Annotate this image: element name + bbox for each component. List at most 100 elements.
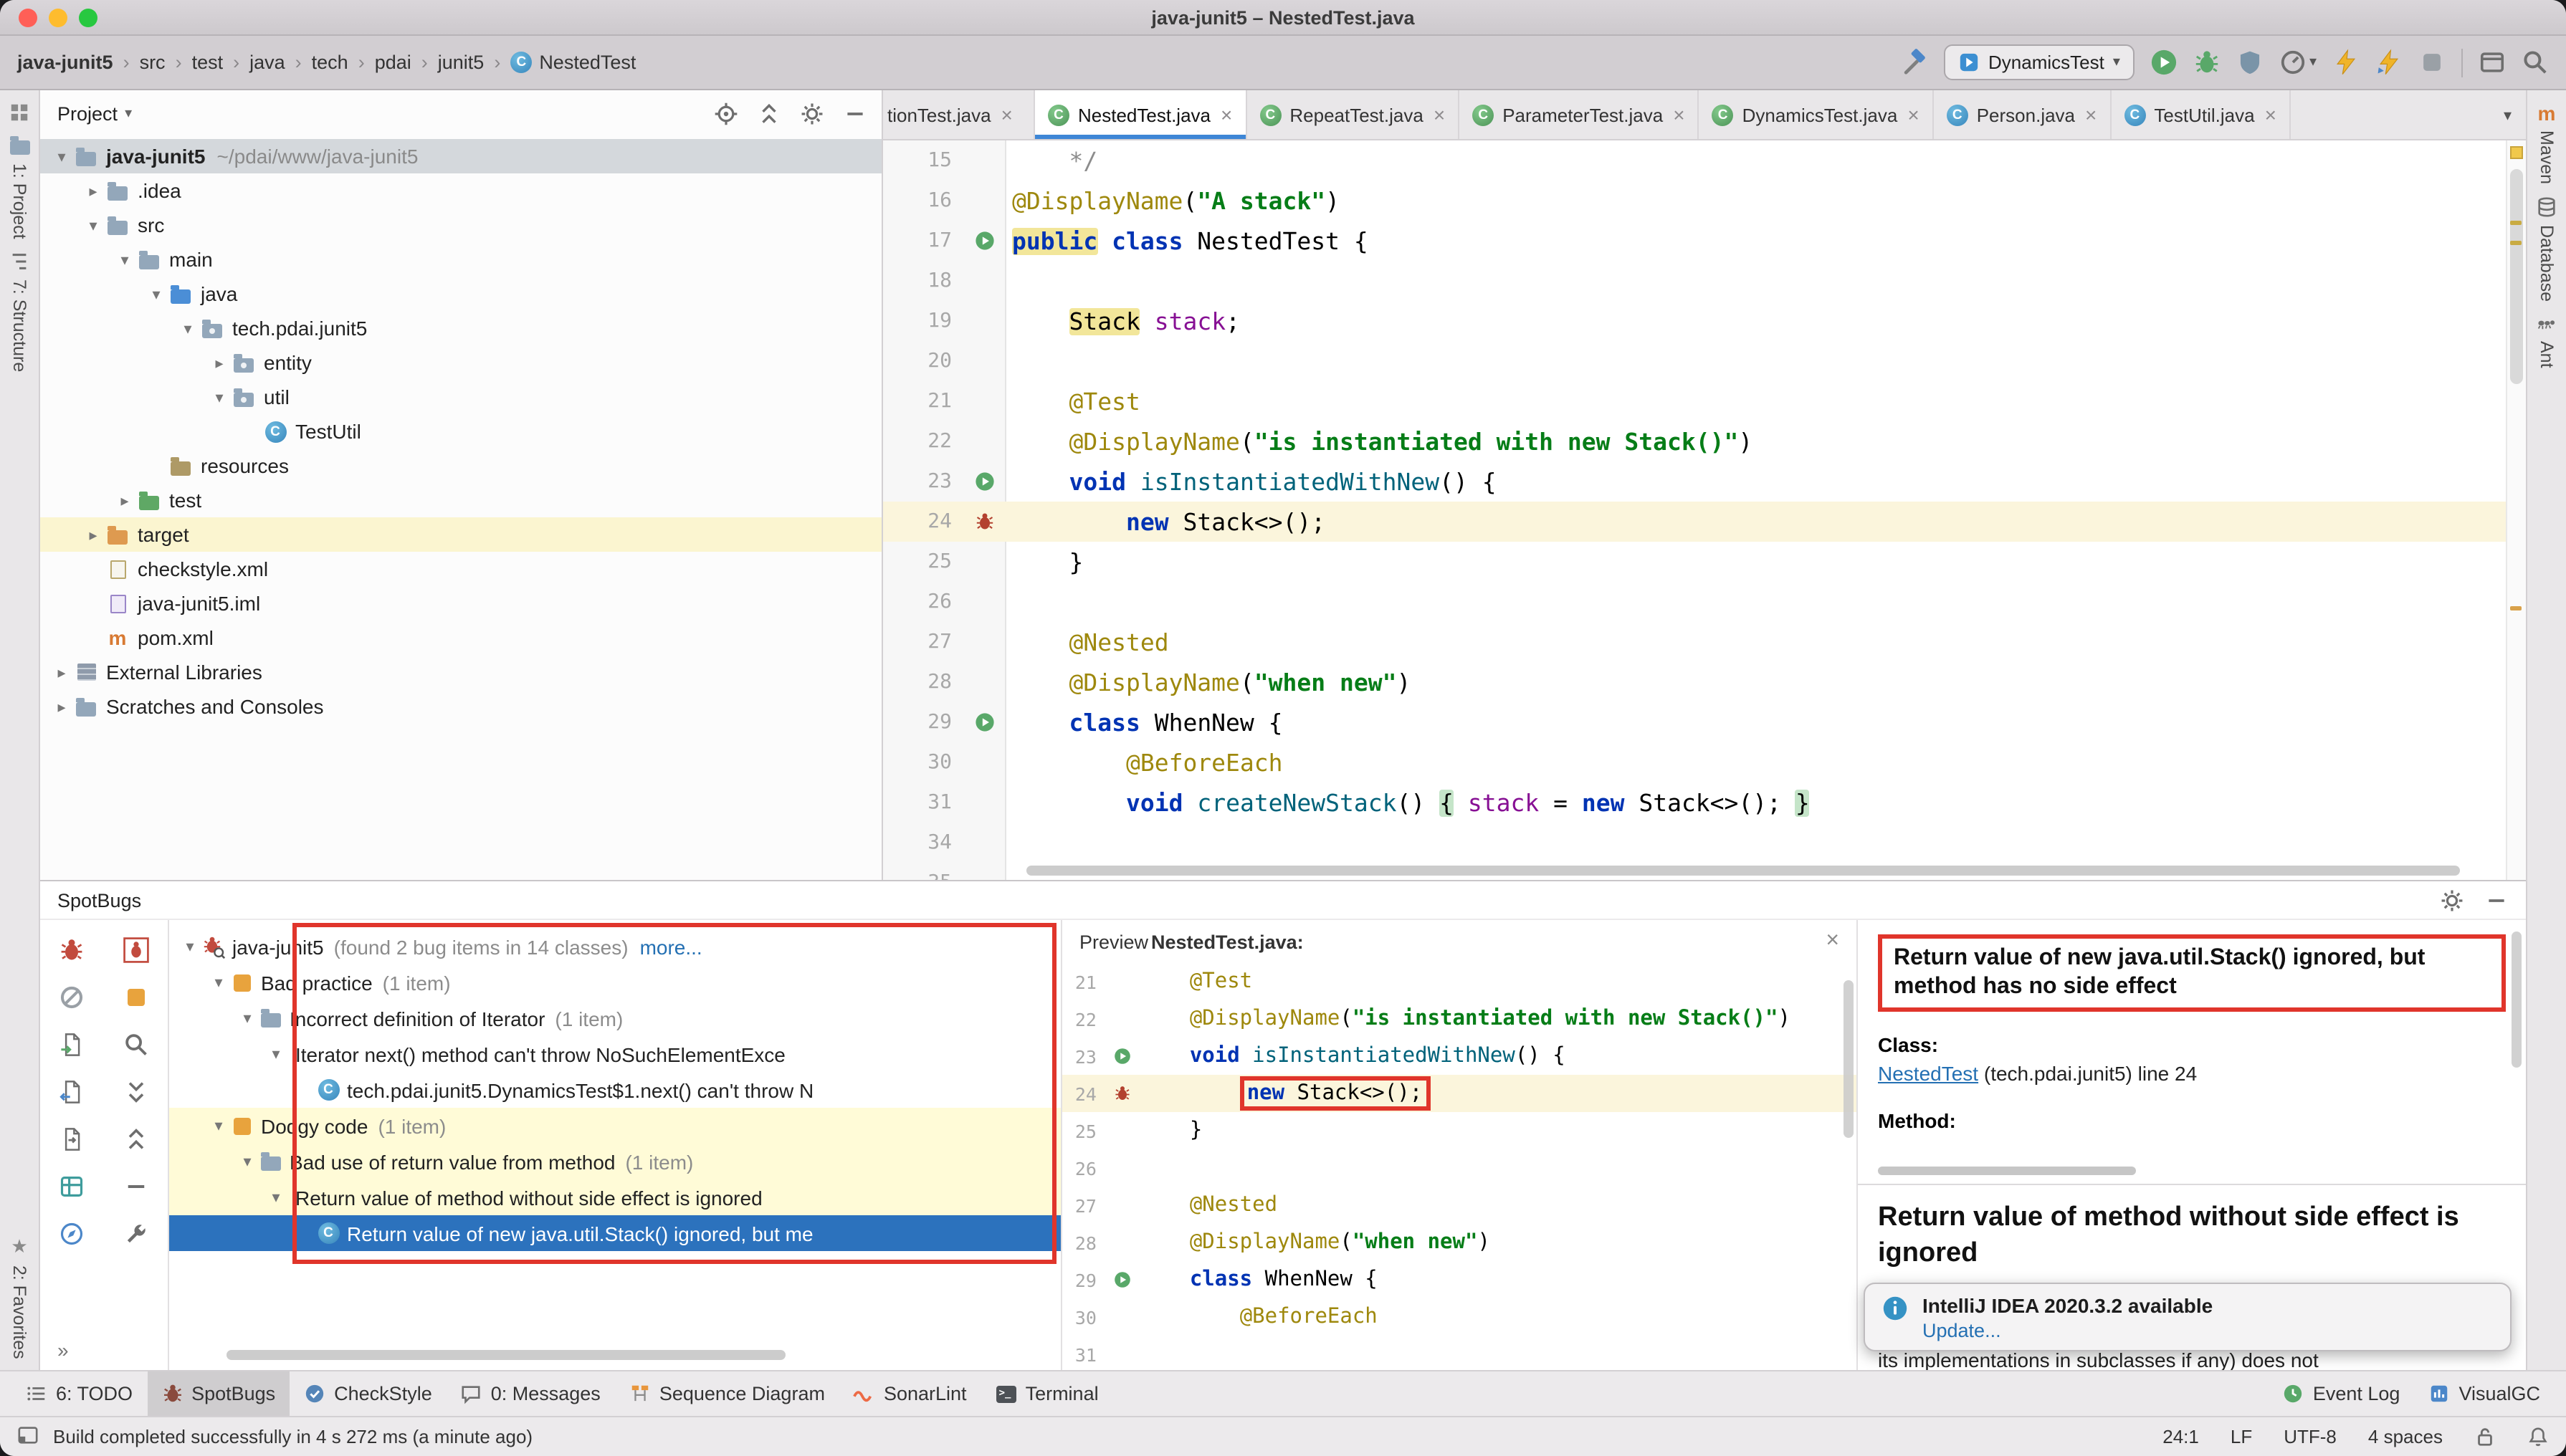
collapse-all-button[interactable]	[757, 101, 781, 125]
reload-maven-button[interactable]	[2332, 45, 2360, 80]
gutter-slot[interactable]	[963, 512, 1006, 532]
line-number[interactable]: 24	[1062, 1083, 1105, 1104]
editor-code-line[interactable]: 17public class NestedTest {	[883, 221, 2506, 261]
bug-tree-item[interactable]: ▾Return value of method without side eff…	[169, 1179, 1061, 1215]
line-number[interactable]: 17	[883, 229, 963, 252]
gutter-slot[interactable]	[963, 231, 1006, 251]
bug-tree-item[interactable]: ▾Incorrect definition of Iterator(1 item…	[169, 1000, 1061, 1036]
tree-caret-icon[interactable]: ▸	[80, 525, 106, 544]
line-number[interactable]: 21	[883, 390, 963, 413]
tree-caret-icon[interactable]: ▸	[49, 697, 75, 716]
editor-code-line[interactable]: 19 Stack stack;	[883, 301, 2506, 341]
line-number[interactable]: 25	[883, 550, 963, 573]
minus-button[interactable]	[120, 1171, 152, 1202]
tool-window-stripe-button[interactable]: mMaven	[2536, 102, 2557, 184]
gutter-slot[interactable]	[963, 471, 1006, 492]
project-tree-item[interactable]: ▾java	[40, 277, 882, 311]
project-tree-item[interactable]: ▸test	[40, 483, 882, 517]
run-with-coverage-button[interactable]	[2236, 45, 2264, 80]
hide-button[interactable]	[843, 101, 867, 125]
details-horizontal-scrollbar[interactable]	[1878, 1167, 2136, 1175]
inspections-indicator[interactable]	[2510, 146, 2523, 159]
editor-code-line[interactable]: 28 @DisplayName("when new")	[883, 662, 2506, 702]
editor-code-line[interactable]: 23 void isInstantiatedWithNew() {	[883, 461, 2506, 502]
line-number[interactable]: 35	[883, 871, 963, 880]
preview-code-line[interactable]: 27 @Nested	[1062, 1187, 1856, 1224]
tag-button[interactable]	[120, 982, 152, 1013]
editor-tab[interactable]: CTestUtil.java×	[2111, 90, 2291, 139]
project-tree-item[interactable]: CTestUtil	[40, 414, 882, 449]
editor-code-line[interactable]: 30 @BeforeEach	[883, 742, 2506, 782]
stop-button[interactable]	[2418, 45, 2446, 80]
tool-window-stripe-button[interactable]: 7: Structure	[9, 251, 30, 372]
preview-code-line[interactable]: 28 @DisplayName("when new")	[1062, 1224, 1856, 1261]
find-button[interactable]	[120, 1029, 152, 1060]
status-widget[interactable]: UTF-8	[2284, 1426, 2337, 1447]
line-number[interactable]: 31	[1062, 1344, 1105, 1365]
line-number[interactable]: 28	[883, 671, 963, 694]
class-link[interactable]: NestedTest	[1878, 1062, 1978, 1085]
editor-tab[interactable]: CParameterTest.java×	[1459, 90, 1699, 139]
settings-button[interactable]	[2440, 888, 2464, 912]
breadcrumb-item[interactable]: java	[249, 52, 285, 73]
line-number[interactable]: 19	[883, 310, 963, 332]
tab-close-icon[interactable]: ×	[1221, 103, 1232, 126]
editor-tab[interactable]: CNestedTest.java×	[1035, 90, 1246, 139]
details-scrollbar[interactable]	[2512, 931, 2522, 1068]
project-tree-item[interactable]: checkstyle.xml	[40, 552, 882, 586]
line-number[interactable]: 29	[883, 711, 963, 734]
line-number[interactable]: 26	[883, 590, 963, 613]
breadcrumb-item-current[interactable]: CNestedTest	[510, 52, 636, 73]
maximize-window-button[interactable]	[79, 8, 97, 27]
bug-tree-item[interactable]: ▾Iterator next() method can't throw NoSu…	[169, 1036, 1061, 1072]
gutter-slot[interactable]	[963, 712, 1006, 732]
tree-caret-icon[interactable]: ▾	[264, 1188, 288, 1207]
tool-windows-button[interactable]	[2479, 45, 2506, 80]
project-tree-item[interactable]: ▾tech.pdai.junit5	[40, 311, 882, 345]
tree-caret-icon[interactable]: ▾	[175, 319, 201, 337]
breadcrumb-item[interactable]: java-junit5	[17, 52, 113, 73]
line-number[interactable]: 16	[883, 189, 963, 212]
gutter-slot[interactable]	[1105, 1048, 1140, 1065]
tool-window-stripe-button[interactable]: Ant	[2536, 312, 2557, 368]
wrench-button[interactable]	[120, 1218, 152, 1250]
editor-code-line[interactable]: 27 @Nested	[883, 622, 2506, 662]
project-tree-item[interactable]: ▾src	[40, 208, 882, 242]
minimize-button[interactable]	[2484, 888, 2509, 912]
export-button[interactable]	[57, 1029, 88, 1060]
line-number[interactable]: 27	[883, 631, 963, 653]
tool-window-button-sequence-diagram[interactable]: Sequence Diagram	[615, 1371, 839, 1416]
breadcrumb-item[interactable]: test	[192, 52, 224, 73]
breadcrumb-item[interactable]: pdai	[375, 52, 411, 73]
project-tree-item[interactable]: ▾util	[40, 380, 882, 414]
line-number[interactable]: 22	[883, 430, 963, 453]
hidden-tabs-icon[interactable]: ▾	[2489, 105, 2526, 124]
tree-caret-icon[interactable]: ▾	[112, 250, 138, 269]
expand-button[interactable]	[120, 1076, 152, 1108]
line-number[interactable]: 18	[883, 269, 963, 292]
warning-mark[interactable]	[2510, 606, 2522, 610]
line-number[interactable]: 29	[1062, 1269, 1105, 1290]
run-anything-button[interactable]	[2375, 45, 2403, 80]
tree-caret-icon[interactable]: ▾	[264, 1045, 288, 1063]
editor-code-line[interactable]: 26	[883, 582, 2506, 622]
line-number[interactable]: 27	[1062, 1194, 1105, 1216]
tree-caret-icon[interactable]: ▾	[235, 1009, 259, 1028]
tree-horizontal-scrollbar[interactable]	[226, 1350, 786, 1360]
project-tree-item[interactable]: ▾main	[40, 242, 882, 277]
project-tree-item[interactable]: java-junit5.iml	[40, 586, 882, 621]
bug-tree-item[interactable]: ▾Bad use of return value from method(1 i…	[169, 1144, 1061, 1179]
editor-code-line[interactable]: 29 class WhenNew {	[883, 702, 2506, 742]
run-configuration-select[interactable]: DynamicsTest▾	[1944, 44, 2135, 80]
close-icon[interactable]: ×	[1826, 929, 1839, 954]
preview-code-line[interactable]: 29 class WhenNew {	[1062, 1261, 1856, 1298]
unlock-button[interactable]	[2474, 1419, 2496, 1454]
tree-caret-icon[interactable]: ▾	[80, 216, 106, 234]
line-number[interactable]: 28	[1062, 1232, 1105, 1253]
editor-tab[interactable]: CPerson.java×	[1934, 90, 2112, 139]
rerun-bug-button[interactable]	[57, 934, 88, 966]
tool-window-button-6-todo[interactable]: 6: TODO	[11, 1371, 147, 1416]
debug-button[interactable]	[2193, 45, 2221, 80]
tool-window-stripe-button[interactable]: Database	[2536, 196, 2557, 301]
close-window-button[interactable]	[19, 8, 37, 27]
